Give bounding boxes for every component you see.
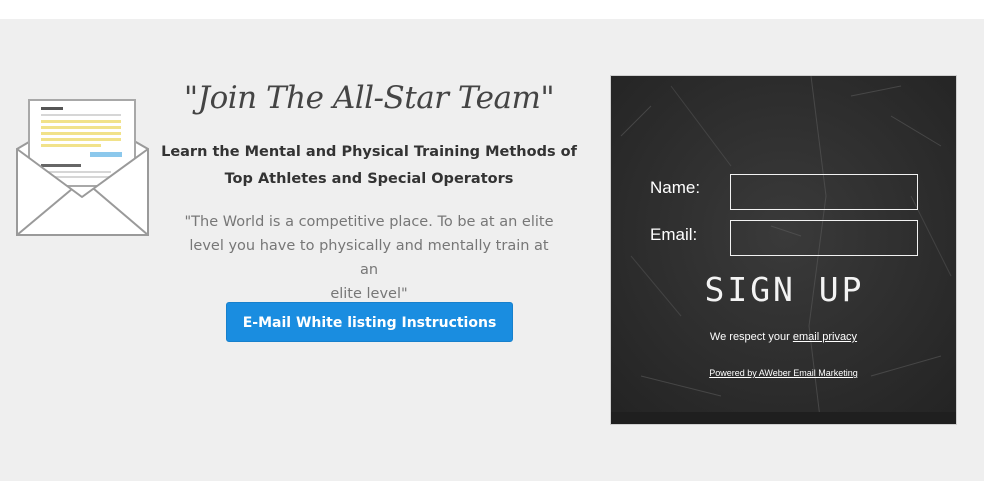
email-privacy-link[interactable]: email privacy	[793, 331, 857, 343]
envelope-icon	[14, 99, 152, 239]
quote-line: level you have to physically and mentall…	[189, 238, 549, 278]
privacy-text: We respect your	[709, 331, 793, 343]
quote-line: "The World is a competitive place. To be…	[184, 214, 554, 230]
email-label: Email:	[650, 225, 698, 244]
subheadline-line: Learn the Mental and Physical Training M…	[161, 144, 577, 160]
subheadline: Learn the Mental and Physical Training M…	[160, 139, 578, 193]
email-input[interactable]	[730, 220, 918, 256]
powered-by-link[interactable]: Powered by AWeber Email Marketing	[611, 368, 956, 378]
page-title: "Join The All-Star Team"	[183, 80, 555, 116]
quote-text: "The World is a competitive place. To be…	[180, 210, 558, 306]
signup-form: Name: Email: SIGN UP We respect your ema…	[610, 75, 957, 425]
name-label: Name:	[650, 178, 701, 197]
whitelist-instructions-button[interactable]: E-Mail White listing Instructions	[226, 302, 513, 342]
sign-up-button[interactable]: SIGN UP	[611, 270, 956, 309]
subheadline-line: Top Athletes and Special Operators	[224, 171, 514, 187]
name-input[interactable]	[730, 174, 918, 210]
privacy-notice: We respect your email privacy	[611, 331, 956, 343]
